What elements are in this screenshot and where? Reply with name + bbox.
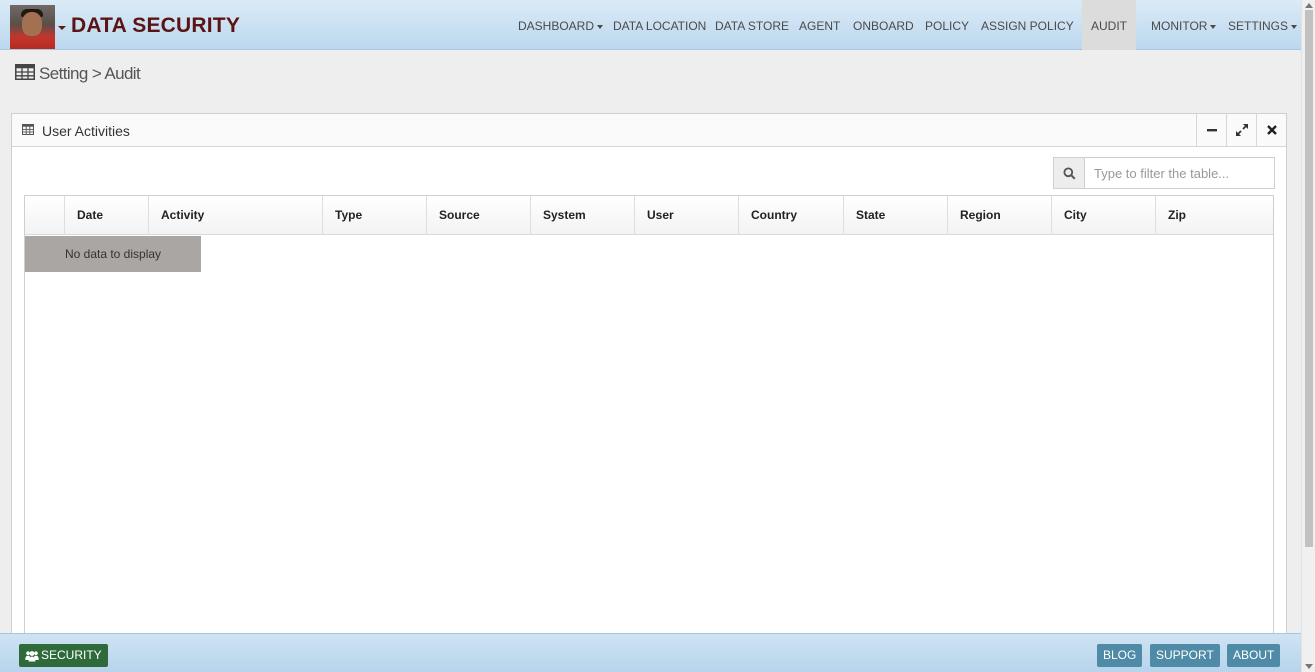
search-button[interactable]: [1054, 158, 1085, 188]
column-header-region[interactable]: Region: [948, 196, 1052, 235]
minimize-button[interactable]: [1196, 114, 1226, 146]
nav-monitor[interactable]: MONITOR: [1151, 0, 1217, 50]
nav-label: MONITOR: [1151, 19, 1208, 33]
nav-label: AUDIT: [1091, 19, 1127, 33]
user-activities-panel: User Activities Type to filter the table…: [11, 113, 1287, 655]
about-button[interactable]: ABOUT: [1227, 644, 1281, 667]
nav-label: POLICY: [925, 19, 970, 33]
breadcrumb-text: Setting > Audit: [39, 64, 141, 83]
user-avatar[interactable]: [10, 5, 55, 49]
table-icon: [15, 64, 35, 80]
column-header-zip[interactable]: Zip: [1156, 196, 1260, 235]
close-icon: [1266, 125, 1277, 135]
nav-audit[interactable]: AUDIT: [1082, 0, 1136, 50]
column-header-source[interactable]: Source: [427, 196, 531, 235]
nav-policy[interactable]: POLICY: [925, 0, 969, 50]
nav-label: ASSIGN POLICY: [981, 19, 1074, 33]
user-menu-caret-icon[interactable]: [58, 26, 66, 30]
breadcrumb: Setting > Audit: [15, 64, 141, 86]
scrollbar-thumb[interactable]: [1305, 10, 1313, 547]
chevron-down-icon: [1210, 24, 1217, 29]
column-header-state[interactable]: State: [844, 196, 948, 235]
nav-data-store[interactable]: DATA STORE: [715, 0, 789, 50]
scroll-down-icon[interactable]: [1305, 664, 1313, 669]
column-header-user[interactable]: User: [635, 196, 739, 235]
blog-button[interactable]: BLOG: [1097, 644, 1143, 667]
column-header-activity[interactable]: Activity: [149, 196, 323, 235]
expand-icon: [1235, 124, 1248, 136]
column-header-type[interactable]: Type: [323, 196, 427, 235]
table-filter-input[interactable]: [1085, 158, 1274, 188]
column-header-date[interactable]: Date: [65, 196, 149, 235]
column-header-city[interactable]: City: [1052, 196, 1156, 235]
empty-table-message: No data to display: [25, 236, 201, 272]
nav-onboard[interactable]: ONBOARD: [853, 0, 914, 50]
column-header-country[interactable]: Country: [739, 196, 844, 235]
user-activities-table: Date Activity Type Source System User Co…: [24, 195, 1274, 655]
search-icon: [1063, 167, 1076, 180]
security-button-label: SECURITY: [41, 648, 102, 662]
page-scrollbar[interactable]: [1301, 0, 1315, 672]
support-button[interactable]: SUPPORT: [1150, 644, 1220, 667]
nav-label: AGENT: [799, 19, 841, 33]
table-header: Date Activity Type Source System User Co…: [25, 196, 1273, 235]
nav-label: ONBOARD: [853, 19, 914, 33]
column-header-system[interactable]: System: [531, 196, 635, 235]
nav-data-location[interactable]: DATA LOCATION: [613, 0, 706, 50]
nav-dashboard[interactable]: DASHBOARD: [518, 0, 604, 50]
top-navbar: DATA SECURITY DASHBOARD DATA LOCATION DA…: [0, 0, 1301, 50]
table-icon: [22, 124, 34, 135]
table-filter: [1053, 157, 1275, 189]
close-button[interactable]: [1256, 114, 1286, 146]
column-header-select[interactable]: [25, 196, 65, 235]
panel-header: User Activities: [12, 114, 1286, 147]
expand-button[interactable]: [1226, 114, 1256, 146]
minimize-icon: [1206, 129, 1217, 132]
nav-agent[interactable]: AGENT: [799, 0, 840, 50]
app-title[interactable]: DATA SECURITY: [71, 14, 240, 38]
chevron-down-icon: [1291, 24, 1298, 29]
nav-label: DATA STORE: [715, 19, 790, 33]
users-icon: [25, 650, 39, 661]
scroll-up-icon[interactable]: [1305, 3, 1313, 8]
nav-label: DATA LOCATION: [613, 19, 707, 33]
nav-assign-policy[interactable]: ASSIGN POLICY: [981, 0, 1074, 50]
nav-settings[interactable]: SETTINGS: [1228, 0, 1298, 50]
chevron-down-icon: [597, 24, 604, 29]
footer-bar: SECURITY BLOG SUPPORT ABOUT: [0, 633, 1301, 672]
panel-title: User Activities: [42, 123, 130, 139]
security-button[interactable]: SECURITY: [19, 644, 108, 667]
nav-label: SETTINGS: [1228, 19, 1289, 33]
nav-label: DASHBOARD: [518, 19, 595, 33]
